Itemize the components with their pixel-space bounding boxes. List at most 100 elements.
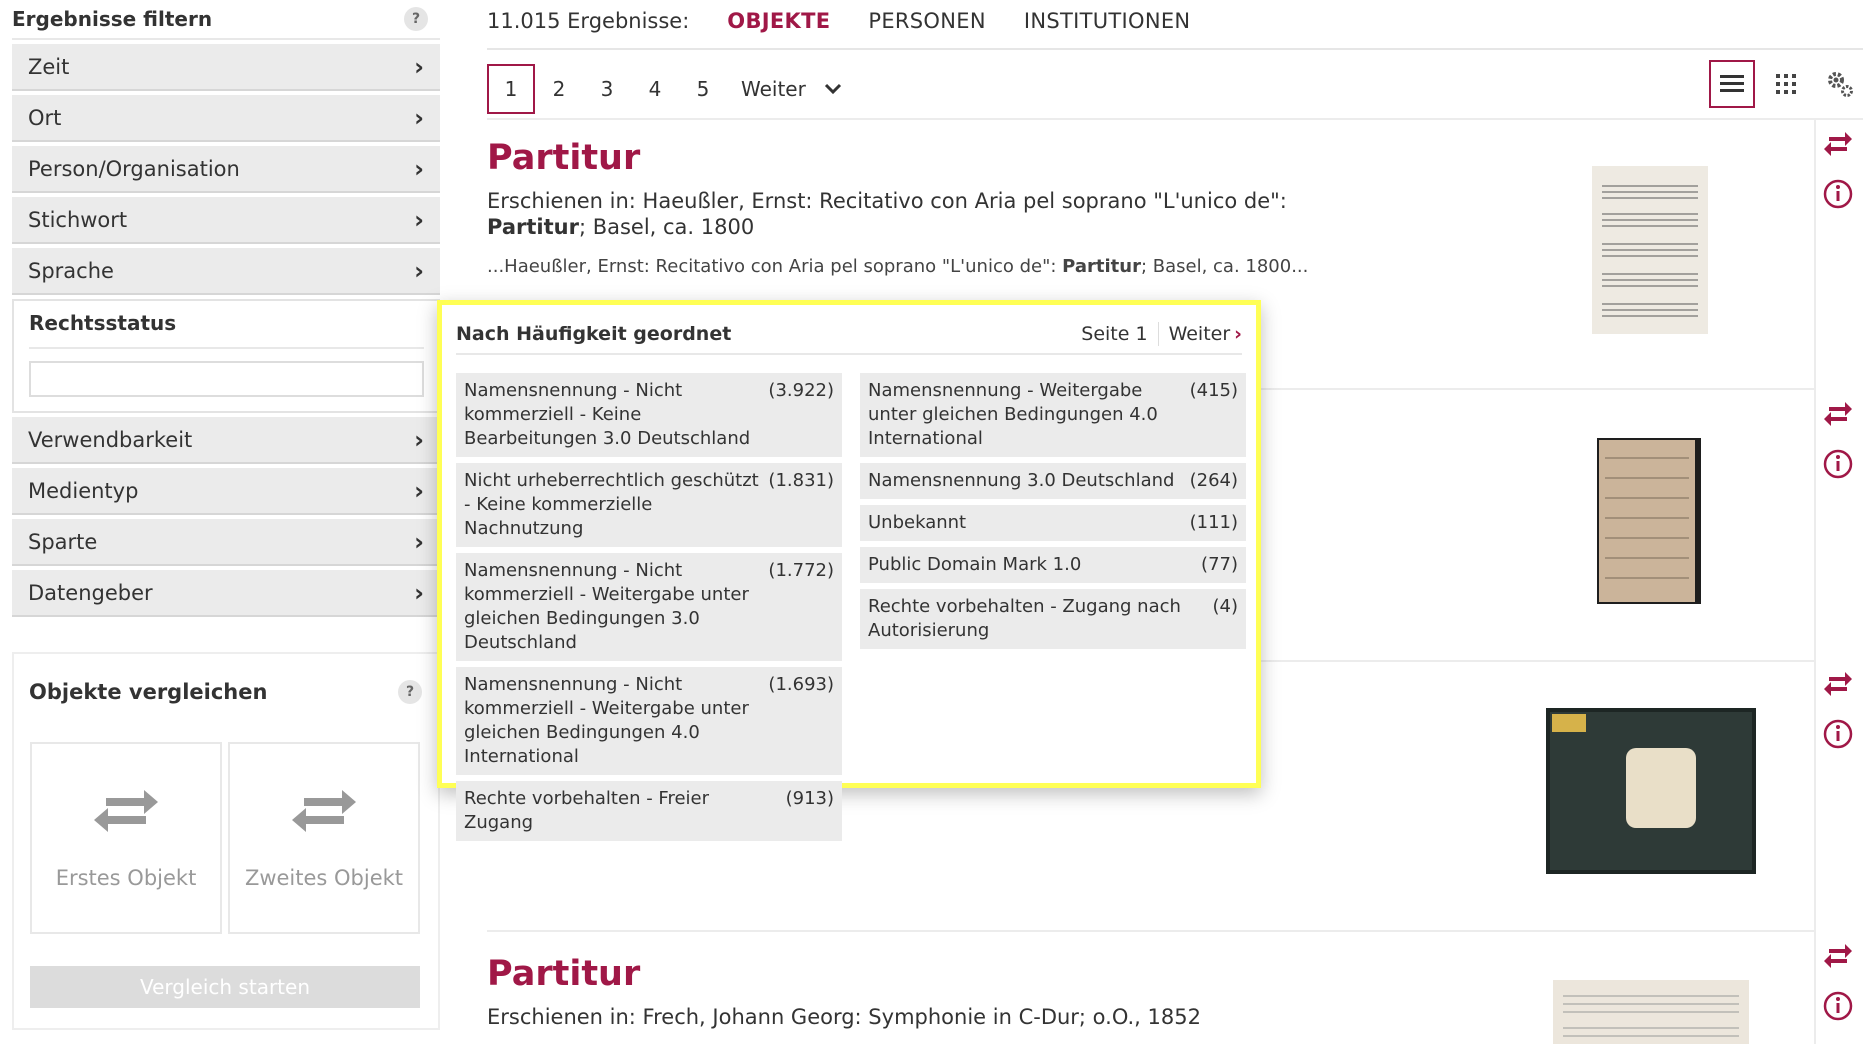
facet-zeit[interactable]: Zeit › <box>12 44 440 91</box>
option-count: (415) <box>1189 380 1238 401</box>
rights-option[interactable]: Rechte vorbehalten - Freier Zugang (913) <box>456 781 842 841</box>
chevron-right-icon: › <box>414 103 424 132</box>
facet-label: Stichwort <box>28 207 128 232</box>
compare-slot-second[interactable]: Zweites Objekt <box>228 742 420 934</box>
chevron-right-icon: › <box>414 52 424 81</box>
info-icon[interactable] <box>1822 178 1854 210</box>
facet-ort[interactable]: Ort › <box>12 95 440 142</box>
page-2[interactable]: 2 <box>535 64 583 114</box>
facet-datengeber[interactable]: Datengeber › <box>12 570 440 617</box>
rights-option[interactable]: Namensnennung 3.0 Deutschland (264) <box>860 463 1246 499</box>
result-actions <box>1822 398 1862 498</box>
list-view-button[interactable] <box>1709 60 1755 108</box>
facet-label: Sprache <box>28 258 114 283</box>
result-snippet-text: ...Haeußler, Ernst: Recitativo con Aria … <box>487 256 1063 277</box>
result-thumbnail[interactable] <box>1592 166 1708 334</box>
result-actions <box>1822 940 1862 1040</box>
compare-slot-label: Zweites Objekt <box>244 866 404 890</box>
compare-arrows-icon[interactable] <box>1822 128 1854 160</box>
help-icon[interactable]: ? <box>404 7 428 31</box>
option-count: (111) <box>1189 512 1238 533</box>
facet-label: Datengeber <box>28 580 153 605</box>
result-source-highlight: Partitur <box>487 215 579 239</box>
tab-objekte[interactable]: OBJEKTE <box>727 9 830 33</box>
option-count: (264) <box>1189 470 1238 491</box>
page-5[interactable]: 5 <box>679 64 727 114</box>
facet-stichwort[interactable]: Stichwort › <box>12 197 440 244</box>
column-divider <box>1814 120 1816 1044</box>
rights-option[interactable]: Nicht urheberrechtlich geschützt - Keine… <box>456 463 842 547</box>
facet-person-organisation[interactable]: Person/Organisation › <box>12 146 440 193</box>
compare-slot-label: Erstes Objekt <box>55 866 197 890</box>
chevron-right-icon: › <box>414 425 424 454</box>
chevron-down-icon[interactable] <box>824 82 842 96</box>
chevron-right-icon: › <box>414 527 424 556</box>
facet-label: Ort <box>28 105 62 130</box>
option-count: (1.772) <box>768 560 834 581</box>
settings-button[interactable] <box>1817 60 1863 108</box>
rights-option[interactable]: Namensnennung - Nicht kommerziell - Weit… <box>456 553 842 661</box>
result-source-text: Erschienen in: Haeußler, Ernst: Recitati… <box>487 189 1287 213</box>
option-count: (4) <box>1212 596 1239 617</box>
tab-personen[interactable]: PERSONEN <box>868 9 985 33</box>
facet-label: Sparte <box>28 529 98 554</box>
result-thumbnail[interactable] <box>1597 438 1701 604</box>
facet-label: Verwendbarkeit <box>28 427 193 452</box>
rights-option[interactable]: Rechte vorbehalten - Zugang nach Autoris… <box>860 589 1246 649</box>
rights-option[interactable]: Namensnennung - Weitergabe unter gleiche… <box>860 373 1246 457</box>
facet-medientyp[interactable]: Medientyp › <box>12 468 440 515</box>
option-label: Nicht urheberrechtlich geschützt - Keine… <box>464 470 759 539</box>
pagination: 1 2 3 4 5 Weiter <box>487 60 1863 120</box>
page-4[interactable]: 4 <box>631 64 679 114</box>
compare-slot-first[interactable]: Erstes Objekt <box>30 742 222 934</box>
chevron-right-icon: › <box>414 256 424 285</box>
page-1[interactable]: 1 <box>487 64 535 114</box>
grid-view-button[interactable] <box>1763 60 1809 108</box>
facet-label: Zeit <box>28 54 70 79</box>
popover-next-link[interactable]: Weiter <box>1169 323 1231 345</box>
result-thumbnail[interactable] <box>1546 708 1756 874</box>
option-label: Namensnennung - Nicht kommerziell - Kein… <box>464 380 751 449</box>
option-count: (3.922) <box>768 380 834 401</box>
tab-institutionen[interactable]: INSTITUTIONEN <box>1024 9 1191 33</box>
page-3[interactable]: 3 <box>583 64 631 114</box>
compare-arrows-icon[interactable] <box>1822 398 1854 430</box>
chevron-right-icon[interactable]: › <box>1234 323 1242 345</box>
option-label: Namensnennung - Weitergabe unter gleiche… <box>868 380 1158 449</box>
info-icon[interactable] <box>1822 448 1854 480</box>
popover-page-label: Seite 1 <box>1081 323 1148 345</box>
compare-arrows-icon[interactable] <box>1822 940 1854 972</box>
facet-verwendbarkeit[interactable]: Verwendbarkeit › <box>12 417 440 464</box>
compare-arrows-icon <box>94 790 158 832</box>
popover-column-right: Namensnennung - Weitergabe unter gleiche… <box>860 373 1246 655</box>
compare-arrows-icon[interactable] <box>1822 668 1854 700</box>
rights-option[interactable]: Unbekannt (111) <box>860 505 1246 541</box>
option-label: Namensnennung - Nicht kommerziell - Weit… <box>464 674 749 767</box>
grid-icon <box>1776 74 1796 94</box>
option-count: (913) <box>785 788 834 809</box>
rights-option[interactable]: Public Domain Mark 1.0 (77) <box>860 547 1246 583</box>
result-thumbnail[interactable] <box>1553 980 1749 1044</box>
rechtsstatus-popover: Nach Häufigkeit geordnet Seite 1 Weiter … <box>437 300 1261 841</box>
rechtsstatus-search-input[interactable] <box>29 361 424 397</box>
help-icon[interactable]: ? <box>398 680 422 704</box>
facet-rechtsstatus-title[interactable]: Rechtsstatus <box>29 311 424 349</box>
result-snippet-text: ; Basel, ca. 1800... <box>1140 256 1309 277</box>
compare-panel: Objekte vergleichen ? Erstes Objekt Zwei… <box>12 652 440 1030</box>
filter-sidebar: Ergebnisse filtern ? Zeit › Ort › Person/O… <box>12 0 440 617</box>
rights-option[interactable]: Namensnennung - Nicht kommerziell - Kein… <box>456 373 842 457</box>
start-compare-button[interactable]: Vergleich starten <box>30 966 420 1008</box>
gears-icon <box>1828 72 1853 97</box>
facet-sparte[interactable]: Sparte › <box>12 519 440 566</box>
facet-sprache[interactable]: Sprache › <box>12 248 440 295</box>
facet-rechtsstatus: Rechtsstatus <box>12 299 440 413</box>
chevron-right-icon: › <box>414 578 424 607</box>
info-icon[interactable] <box>1822 990 1854 1022</box>
next-page-link[interactable]: Weiter <box>741 77 806 101</box>
result-snippet-highlight: Partitur <box>1062 256 1141 277</box>
option-label: Namensnennung 3.0 Deutschland <box>868 470 1175 491</box>
result-actions <box>1822 668 1862 768</box>
info-icon[interactable] <box>1822 718 1854 750</box>
result-source-text: ; Basel, ca. 1800 <box>578 215 755 239</box>
rights-option[interactable]: Namensnennung - Nicht kommerziell - Weit… <box>456 667 842 775</box>
